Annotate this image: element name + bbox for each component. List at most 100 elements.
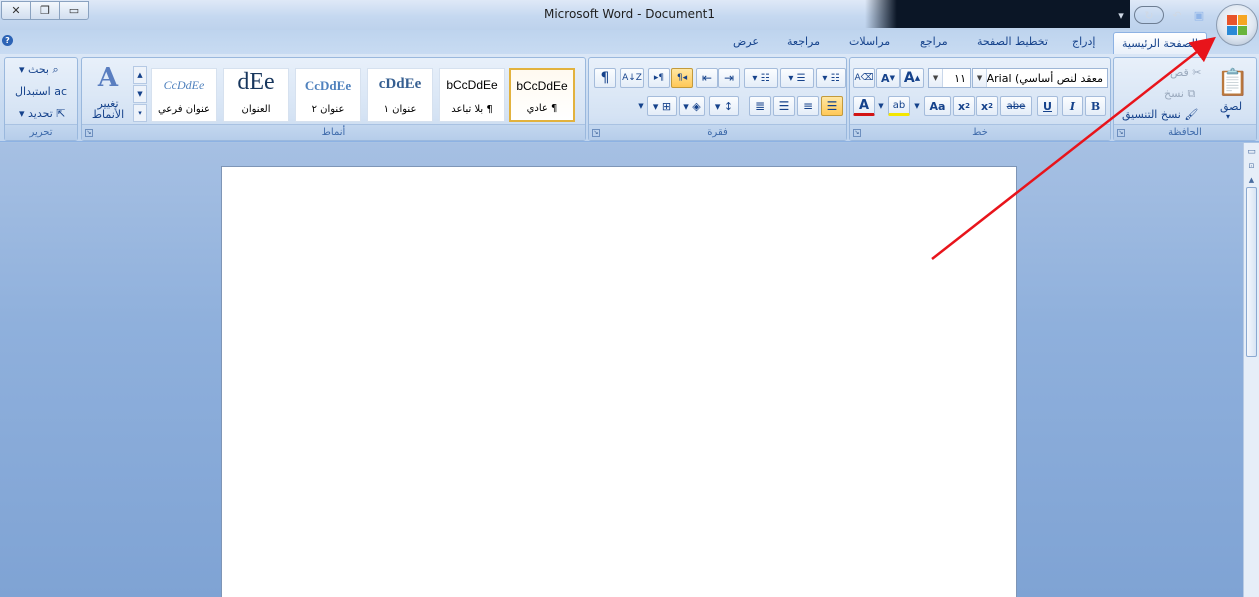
clipboard-group-label: الحافظة	[1114, 124, 1256, 140]
office-logo-icon	[1227, 15, 1247, 35]
editing-group: ⌕ بحث ▾ ac استبدال ⇱ تحديد ▾ تحرير	[4, 57, 78, 141]
paste-dropdown-icon[interactable]: ▾	[1226, 112, 1230, 121]
document-page[interactable]	[221, 166, 1017, 597]
ruler-toggle-icon[interactable]: ▭	[1245, 145, 1258, 159]
office-button[interactable]	[1216, 4, 1258, 46]
justify-button[interactable]: ≣	[749, 96, 771, 116]
multilevel-list-button[interactable]: ▾ ☷	[744, 68, 778, 88]
paragraph-group: ¶ A↓Z ▸¶ ¶◂ ⇤ ⇥ ▾ ☷ ▾ ☰ ▾ ☷ ▼ ▾ ⊞ ▾ ◈ ▾ …	[588, 57, 847, 141]
change-styles-label[interactable]: تغيير الأنماط	[90, 98, 126, 120]
tab-references[interactable]: مراجع	[920, 35, 948, 48]
binoculars-icon: ⌕	[49, 63, 59, 76]
align-left-button[interactable]: ☰	[773, 96, 795, 116]
style-subtitle[interactable]: CcDdEe عنوان فرعي	[151, 68, 217, 122]
style-title[interactable]: dEe العنوان	[223, 68, 289, 122]
save-icon[interactable]: ▣	[1190, 6, 1208, 24]
style-heading-2[interactable]: CcDdEe عنوان ٢	[295, 68, 361, 122]
redo-icon[interactable]: ↻	[1134, 6, 1164, 24]
font-name-combo[interactable]: معقد لنص أساسي) Arial ▼	[972, 68, 1108, 88]
underline-button[interactable]: U	[1037, 96, 1058, 116]
document-workspace	[0, 143, 1243, 597]
font-color-button[interactable]: A	[853, 96, 875, 116]
styles-launcher-icon[interactable]: ↘	[85, 129, 93, 137]
show-marks-button[interactable]: ¶	[594, 68, 616, 88]
tab-view[interactable]: عرض	[733, 35, 759, 48]
chevron-down-icon[interactable]: ▼	[973, 69, 987, 87]
styles-scroll-up-icon[interactable]: ▲	[133, 66, 147, 84]
tab-mailings[interactable]: مراسلات	[849, 35, 890, 48]
editing-group-label: تحرير	[5, 124, 77, 140]
chevron-down-icon[interactable]: ▼	[912, 96, 922, 116]
numbered-list-button[interactable]: ▾ ☰	[780, 68, 814, 88]
highlight-button[interactable]: ab	[888, 96, 910, 116]
format-painter-button[interactable]: 🖌 نسخ التنسيق	[1122, 108, 1198, 121]
style-normal[interactable]: bCcDdEe ¶ عادي	[509, 68, 575, 122]
increase-indent-button[interactable]: ⇤	[696, 68, 718, 88]
find-button[interactable]: ⌕ بحث ▾	[19, 63, 59, 77]
styles-group: bCcDdEe ¶ عادي bCcDdEe ¶ بلا تباعد cDdEe…	[81, 57, 586, 141]
paste-label[interactable]: لصق	[1220, 100, 1242, 113]
window-title: Microsoft Word - Document1	[543, 7, 716, 21]
undo-icon[interactable]: ↶	[1168, 6, 1186, 24]
quick-access-toolbar: ▾ ↻ ↶ ▣	[1112, 6, 1208, 24]
chevron-down-icon[interactable]: ▼	[929, 69, 943, 87]
clipboard-group: 📋 لصق ▾ ✂ قص ⧉ نسخ 🖌 نسخ التنسيق الحافظة…	[1113, 57, 1257, 141]
styles-scroll-down-icon[interactable]: ▼	[133, 85, 147, 103]
subscript-button[interactable]: x2	[976, 96, 998, 116]
style-no-spacing[interactable]: bCcDdEe ¶ بلا تباعد	[439, 68, 505, 122]
change-case-button[interactable]: Aa	[924, 96, 951, 116]
font-group: معقد لنص أساسي) Arial ▼ ١١ ▼ A ▲ A ▼ A⌫ B …	[849, 57, 1111, 141]
replace-button[interactable]: ac استبدال	[15, 85, 67, 98]
tab-insert[interactable]: إدراج	[1072, 35, 1095, 48]
brush-icon: 🖌	[1180, 108, 1199, 121]
strikethrough-button[interactable]: abe	[1000, 96, 1032, 116]
styles-more-icon[interactable]: ▾	[133, 104, 147, 122]
tab-home[interactable]: الصفحة الرئيسية	[1113, 32, 1207, 56]
style-heading-1[interactable]: cDdEe عنوان ١	[367, 68, 433, 122]
tab-page-layout[interactable]: تخطيط الصفحة	[977, 35, 1048, 48]
superscript-button[interactable]: x2	[953, 96, 975, 116]
font-group-label: خط	[850, 124, 1110, 140]
ribbon: 📋 لصق ▾ ✂ قص ⧉ نسخ 🖌 نسخ التنسيق الحافظة…	[0, 54, 1259, 142]
line-spacing-button[interactable]: ▾ ↕	[709, 96, 739, 116]
align-center-button[interactable]: ≡	[797, 96, 819, 116]
title-bar: ✕ ❐ ▭ Microsoft Word - Document1 ▾ ↻ ↶ ▣	[0, 0, 1259, 30]
decrease-indent-button[interactable]: ⇥	[718, 68, 740, 88]
font-size-combo[interactable]: ١١ ▼	[928, 68, 971, 88]
scroll-thumb[interactable]	[1246, 187, 1257, 357]
change-styles-icon[interactable]: A	[88, 62, 128, 94]
select-button[interactable]: ⇱ تحديد ▾	[19, 107, 66, 120]
shrink-font-button[interactable]: A ▼	[876, 68, 900, 88]
font-size-value: ١١	[954, 71, 966, 85]
ruler-icon[interactable]: ⊡	[1245, 159, 1258, 173]
cut-button[interactable]: ✂ قص	[1170, 66, 1201, 79]
styles-group-label: أنماط	[82, 124, 585, 140]
clear-formatting-icon[interactable]: A⌫	[853, 68, 875, 88]
tab-review[interactable]: مراجعة	[787, 35, 820, 48]
ltr-button[interactable]: ▸¶	[648, 68, 670, 88]
grow-font-button[interactable]: A ▲	[900, 68, 924, 88]
clipboard-launcher-icon[interactable]: ↘	[1117, 129, 1125, 137]
paragraph-launcher-icon[interactable]: ↘	[592, 129, 600, 137]
copy-button[interactable]: ⧉ نسخ	[1164, 87, 1195, 101]
cursor-icon: ⇱	[52, 107, 66, 120]
align-right-button[interactable]: ☰	[821, 96, 843, 116]
help-icon[interactable]: ?	[2, 35, 13, 46]
chevron-down-icon[interactable]: ▼	[636, 96, 646, 116]
font-launcher-icon[interactable]: ↘	[853, 129, 861, 137]
customize-qat-icon[interactable]: ▾	[1112, 6, 1130, 24]
sort-button[interactable]: A↓Z	[620, 68, 644, 88]
paste-icon[interactable]: 📋	[1214, 62, 1252, 104]
bold-button[interactable]: B	[1085, 96, 1106, 116]
paragraph-group-label: فقرة	[589, 124, 846, 140]
shading-button[interactable]: ▾ ◈	[679, 96, 705, 116]
replace-icon: ac	[50, 85, 68, 98]
copy-icon: ⧉	[1183, 87, 1196, 100]
italic-button[interactable]: I	[1062, 96, 1083, 116]
borders-button[interactable]: ▾ ⊞	[647, 96, 677, 116]
scroll-up-icon[interactable]: ▲	[1245, 173, 1258, 187]
chevron-down-icon[interactable]: ▼	[876, 96, 886, 116]
rtl-button[interactable]: ¶◂	[671, 68, 693, 88]
bullet-list-button[interactable]: ▾ ☷	[816, 68, 846, 88]
vertical-scrollbar[interactable]: ▭ ⊡ ▲	[1243, 143, 1259, 597]
